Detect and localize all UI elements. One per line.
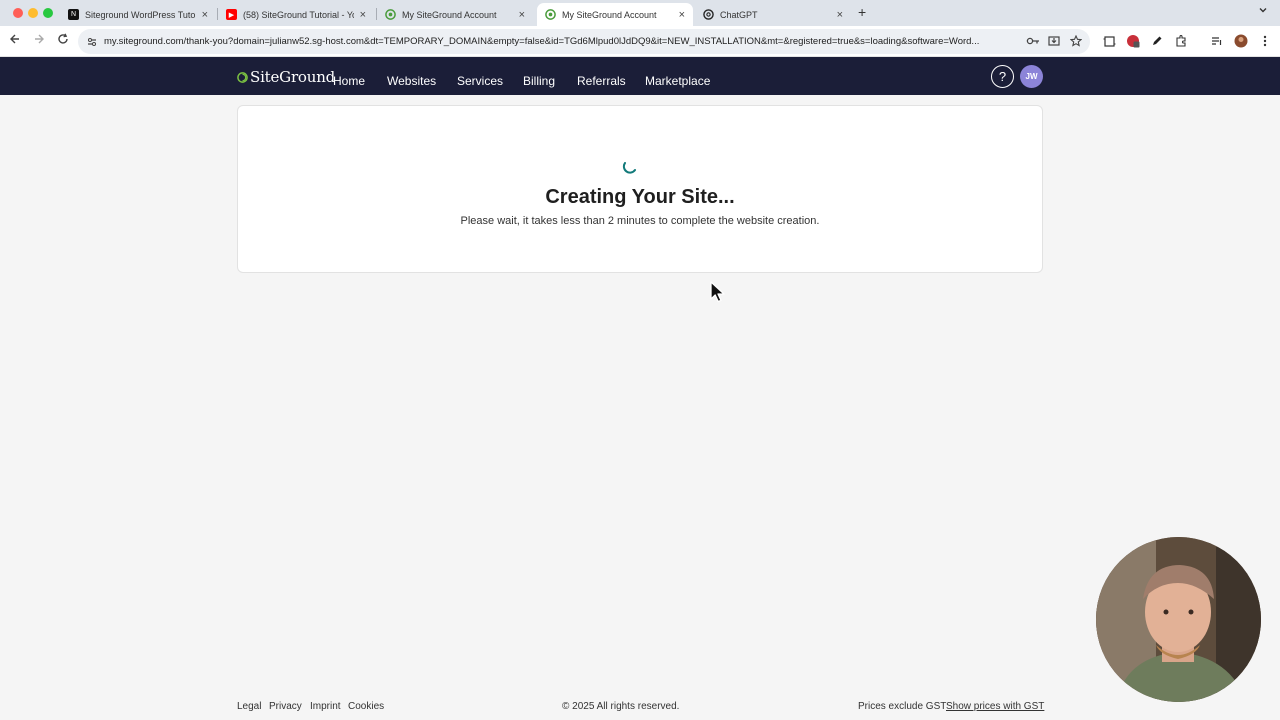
- maximize-window-button[interactable]: [43, 8, 53, 18]
- footer-gst-note: Prices exclude GST: [858, 701, 947, 712]
- page-subtitle: Please wait, it takes less than 2 minute…: [460, 215, 820, 227]
- address-bar[interactable]: my.siteground.com/thank-you?domain=julia…: [78, 29, 1090, 54]
- footer-copyright: © 2025 All rights reserved.: [562, 701, 680, 712]
- minimize-window-button[interactable]: [28, 8, 38, 18]
- extension-badge-icon[interactable]: [1126, 34, 1140, 48]
- avatar-initials: JW: [1025, 72, 1038, 81]
- notion-icon: N: [68, 9, 79, 20]
- browser-tab-1[interactable]: N Siteground WordPress Tutori ×: [60, 3, 216, 26]
- forward-arrow-icon[interactable]: [31, 33, 47, 48]
- chatgpt-icon: [703, 9, 714, 20]
- browser-tab-4-active[interactable]: My SiteGround Account ×: [537, 3, 693, 26]
- url-text[interactable]: my.siteground.com/thank-you?domain=julia…: [104, 36, 1014, 47]
- close-tab-icon[interactable]: ×: [360, 9, 366, 21]
- siteground-logo[interactable]: SiteGround: [237, 68, 335, 86]
- bookmark-star-icon[interactable]: [1069, 34, 1083, 50]
- tab-search-chevron-icon[interactable]: [1258, 5, 1268, 18]
- footer-link-legal[interactable]: Legal: [237, 701, 261, 712]
- siteground-swirl-icon: [237, 71, 248, 83]
- tab-label: (58) SiteGround Tutorial - Yo: [243, 9, 354, 20]
- new-tab-button[interactable]: +: [858, 4, 866, 20]
- extensions-puzzle-icon[interactable]: [1174, 34, 1188, 48]
- presenter-video-icon: [1096, 537, 1261, 702]
- siteground-icon: [385, 9, 396, 20]
- browser-tab-2[interactable]: ▶ (58) SiteGround Tutorial - Yo ×: [218, 3, 374, 26]
- help-button[interactable]: ?: [991, 65, 1014, 88]
- close-window-button[interactable]: [13, 8, 23, 18]
- close-tab-icon[interactable]: ×: [519, 9, 525, 21]
- close-tab-icon[interactable]: ×: [202, 9, 208, 21]
- site-settings-icon[interactable]: [86, 35, 98, 47]
- tab-label: Siteground WordPress Tutori: [85, 9, 196, 20]
- browser-toolbar: my.siteground.com/thank-you?domain=julia…: [0, 26, 1280, 57]
- mouse-cursor-icon: [710, 281, 725, 303]
- nav-marketplace[interactable]: Marketplace: [645, 74, 710, 88]
- media-controls-icon[interactable]: [1210, 34, 1224, 48]
- tab-label: My SiteGround Account: [402, 9, 497, 20]
- install-app-icon[interactable]: [1048, 35, 1060, 50]
- logo-text: SiteGround: [250, 68, 336, 86]
- question-mark-icon: ?: [998, 69, 1007, 84]
- password-key-icon[interactable]: [1026, 35, 1040, 50]
- close-tab-icon[interactable]: ×: [837, 9, 843, 21]
- siteground-icon: [545, 9, 556, 20]
- back-arrow-icon[interactable]: [7, 33, 23, 48]
- pen-extension-icon[interactable]: [1150, 34, 1164, 48]
- browser-tab-strip: N Siteground WordPress Tutori × ▶ (58) S…: [0, 0, 1280, 26]
- browser-menu-icon[interactable]: [1258, 34, 1272, 48]
- tab-label: My SiteGround Account: [562, 9, 657, 20]
- tab-label: ChatGPT: [720, 9, 758, 20]
- footer-link-cookies[interactable]: Cookies: [348, 701, 384, 712]
- close-tab-icon[interactable]: ×: [679, 9, 685, 21]
- footer-link-imprint[interactable]: Imprint: [310, 701, 341, 712]
- show-prices-with-gst-link[interactable]: Show prices with GST: [946, 701, 1044, 712]
- nav-home[interactable]: Home: [333, 74, 365, 88]
- profile-avatar-icon[interactable]: [1234, 34, 1248, 48]
- footer-link-privacy[interactable]: Privacy: [269, 701, 302, 712]
- nav-services[interactable]: Services: [457, 74, 503, 88]
- nav-billing[interactable]: Billing: [523, 74, 555, 88]
- nav-referrals[interactable]: Referrals: [577, 74, 626, 88]
- webcam-overlay: [1096, 537, 1261, 702]
- user-avatar[interactable]: JW: [1020, 65, 1043, 88]
- browser-tab-5[interactable]: ChatGPT ×: [695, 3, 851, 26]
- page-title: Creating Your Site...: [545, 186, 735, 208]
- nav-websites[interactable]: Websites: [387, 74, 436, 88]
- reload-icon[interactable]: [55, 33, 71, 48]
- screenshot-extension-icon[interactable]: [1102, 34, 1116, 48]
- youtube-icon: ▶: [226, 9, 237, 20]
- site-header: SiteGround Home Websites Services Billin…: [0, 57, 1280, 95]
- browser-tab-3[interactable]: My SiteGround Account ×: [377, 3, 533, 26]
- loading-spinner-icon: [622, 162, 636, 174]
